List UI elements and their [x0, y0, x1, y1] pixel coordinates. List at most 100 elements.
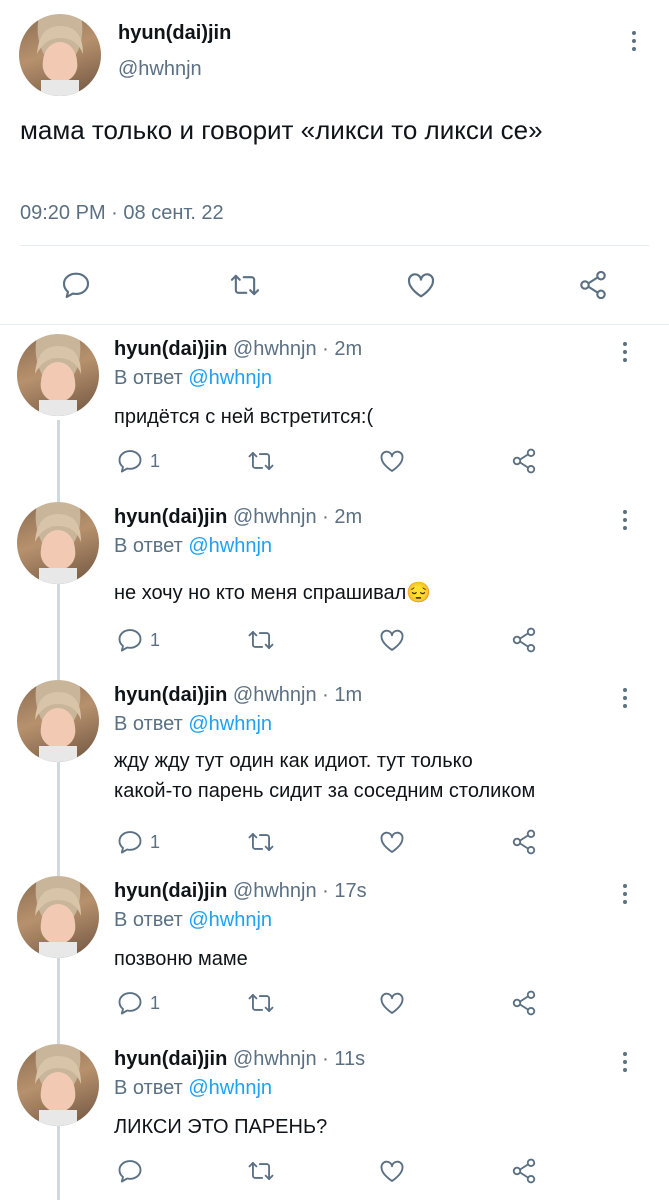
tweet-time: 09:20 PM — [20, 202, 106, 224]
more-vertical-icon[interactable] — [622, 510, 628, 534]
author-handle[interactable]: @hwhnjn — [233, 506, 317, 528]
reply-button[interactable]: 1 — [116, 828, 160, 856]
retweet-button[interactable] — [228, 269, 262, 301]
heart-icon — [380, 450, 404, 472]
replying-to-prefix: В ответ — [114, 713, 183, 735]
retweet-icon — [248, 994, 274, 1012]
retweet-button[interactable] — [246, 828, 276, 856]
reply-icon — [118, 1160, 142, 1183]
author-name[interactable]: hyun(dai)jin — [114, 684, 227, 706]
header-separator: · — [322, 506, 329, 528]
more-vertical-icon[interactable] — [622, 342, 628, 366]
share-icon — [512, 829, 536, 855]
share-button[interactable] — [510, 828, 538, 856]
like-button[interactable] — [378, 626, 406, 654]
replying-to-prefix: В ответ — [114, 1077, 183, 1099]
author-handle[interactable]: @hwhnjn — [233, 338, 317, 360]
reply-count: 1 — [150, 831, 161, 852]
reply-text-line: придётся с ней встретится:( — [114, 406, 374, 428]
replying-to: В ответ @hwhnjn — [114, 367, 272, 390]
more-vertical-icon[interactable] — [622, 884, 628, 908]
header-separator: · — [322, 684, 329, 706]
retweet-button[interactable] — [246, 1157, 276, 1185]
replying-to-handle[interactable]: @hwhnjn — [188, 1077, 272, 1099]
replying-to: В ответ @hwhnjn — [114, 713, 272, 736]
replying-to-handle[interactable]: @hwhnjn — [188, 909, 272, 931]
avatar[interactable] — [17, 502, 99, 584]
heart-icon — [380, 629, 404, 651]
author-handle[interactable]: @hwhnjn — [233, 880, 317, 902]
share-button[interactable] — [577, 269, 609, 301]
heart-icon — [380, 992, 404, 1014]
like-button[interactable] — [378, 447, 406, 475]
more-vertical-icon[interactable] — [622, 688, 628, 712]
author-name[interactable]: hyun(dai)jin — [114, 338, 227, 360]
reply-button[interactable]: 1 — [116, 626, 160, 654]
share-button[interactable] — [510, 1157, 538, 1185]
share-button[interactable] — [510, 447, 538, 475]
reply-icon — [118, 450, 142, 473]
replying-to-handle[interactable]: @hwhnjn — [188, 367, 272, 389]
share-icon — [512, 448, 536, 474]
reply-button[interactable]: 1 — [116, 989, 160, 1017]
author-name[interactable]: hyun(dai)jin — [114, 506, 227, 528]
like-button[interactable] — [378, 989, 406, 1017]
avatar[interactable] — [17, 334, 99, 416]
header-separator: · — [322, 338, 329, 360]
replying-to-handle[interactable]: @hwhnjn — [188, 535, 272, 557]
retweet-icon — [248, 833, 274, 851]
avatar[interactable] — [17, 876, 99, 958]
author-handle[interactable]: @hwhnjn — [233, 1048, 317, 1070]
author-handle[interactable]: @hwhnjn — [118, 58, 202, 81]
reply-button[interactable] — [116, 1157, 150, 1185]
replying-to-prefix: В ответ — [114, 367, 183, 389]
reply-text-line: жду жду тут один как идиот. тут только — [114, 750, 473, 772]
more-vertical-icon[interactable] — [631, 31, 637, 55]
reply-button[interactable]: 1 — [116, 447, 160, 475]
replying-to: В ответ @hwhnjn — [114, 909, 272, 932]
like-button[interactable] — [378, 828, 406, 856]
reply-header: hyun(dai)jin @hwhnjn · 2m — [114, 338, 362, 361]
reply-button[interactable] — [60, 269, 92, 301]
retweet-icon — [230, 274, 260, 296]
tweet-age: 2m — [334, 338, 363, 360]
retweet-button[interactable] — [246, 447, 276, 475]
retweet-icon — [248, 1162, 274, 1180]
author-name[interactable]: hyun(dai)jin — [114, 1048, 227, 1070]
like-button[interactable] — [404, 269, 438, 301]
header-separator: · — [322, 880, 329, 902]
reply-count: 1 — [150, 450, 161, 471]
tweet-text: мама только и говорит «ликси то ликси се… — [20, 115, 543, 145]
reply-icon — [118, 629, 142, 652]
reply-header: hyun(dai)jin @hwhnjn · 17s — [114, 880, 367, 903]
avatar[interactable] — [19, 14, 101, 96]
reply-header: hyun(dai)jin @hwhnjn · 2m — [114, 506, 362, 529]
tweet-age: 11s — [334, 1048, 366, 1070]
avatar[interactable] — [17, 1044, 99, 1126]
heart-icon — [380, 1160, 404, 1182]
author-handle[interactable]: @hwhnjn — [233, 684, 317, 706]
reply-text-line: ЛИКСИ ЭТО ПАРЕНЬ? — [114, 1116, 328, 1138]
share-button[interactable] — [510, 989, 538, 1017]
author-name[interactable]: hyun(dai)jin — [114, 880, 227, 902]
more-vertical-icon[interactable] — [622, 1052, 628, 1076]
replying-to: В ответ @hwhnjn — [114, 1077, 272, 1100]
separator-line — [20, 245, 649, 246]
retweet-button[interactable] — [246, 989, 276, 1017]
reply-icon — [118, 831, 142, 854]
header-separator: · — [322, 1048, 329, 1070]
share-icon — [580, 270, 606, 300]
reply-count: 1 — [150, 629, 161, 650]
tweet-date: 08 сент. 22 — [123, 202, 224, 224]
like-button[interactable] — [378, 1157, 406, 1185]
reply-text-line: не хочу но кто меня спрашивал😔 — [114, 582, 432, 604]
author-name[interactable]: hyun(dai)jin — [118, 22, 231, 45]
replying-to-handle[interactable]: @hwhnjn — [188, 713, 272, 735]
section-divider — [0, 324, 669, 325]
avatar[interactable] — [17, 680, 99, 762]
retweet-button[interactable] — [246, 626, 276, 654]
reply-icon — [62, 272, 90, 299]
share-button[interactable] — [510, 626, 538, 654]
reply-header: hyun(dai)jin @hwhnjn · 11s — [114, 1048, 365, 1071]
replying-to-prefix: В ответ — [114, 535, 183, 557]
